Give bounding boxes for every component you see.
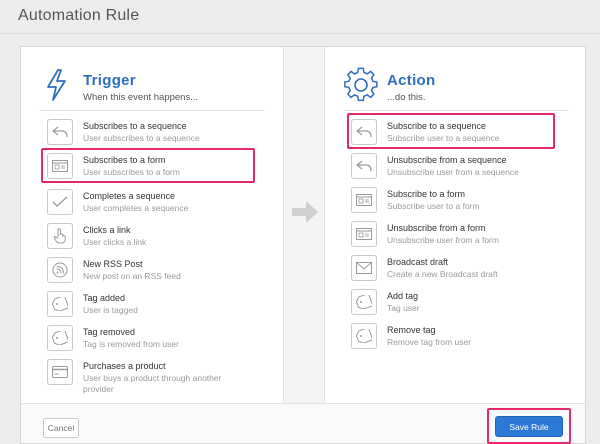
item-title: Remove tag bbox=[387, 325, 436, 335]
tag-icon bbox=[47, 325, 73, 351]
rss-icon bbox=[47, 257, 73, 283]
form-icon bbox=[351, 221, 377, 247]
trigger-item-completes-sequence[interactable]: Completes a sequence User completes a se… bbox=[47, 189, 273, 219]
automation-rule-modal: Trigger When this event happens... Subsc… bbox=[20, 46, 586, 444]
item-description: Remove tag from user bbox=[387, 337, 472, 347]
action-item-unsubscribe-form[interactable]: Unsubscribe from a form Unsubscribe user… bbox=[351, 221, 577, 251]
action-item-broadcast-draft[interactable]: Broadcast draft Create a new Broadcast d… bbox=[351, 255, 577, 285]
item-title: Unsubscribe from a sequence bbox=[387, 155, 507, 165]
item-title: Subscribe to a form bbox=[387, 189, 466, 199]
item-title: Broadcast draft bbox=[387, 257, 449, 267]
item-title: Subscribes to a sequence bbox=[83, 121, 187, 131]
tag-icon bbox=[47, 291, 73, 317]
item-title: Completes a sequence bbox=[83, 191, 176, 201]
item-description: User completes a sequence bbox=[83, 203, 189, 213]
reply-arrow-icon bbox=[47, 119, 73, 145]
item-description: User is tagged bbox=[83, 305, 138, 315]
flow-divider bbox=[283, 47, 325, 403]
trigger-title: Trigger bbox=[83, 72, 136, 89]
item-title: Clicks a link bbox=[83, 225, 131, 235]
item-description: Tag user bbox=[387, 303, 420, 313]
trigger-item-tag-added[interactable]: Tag added User is tagged bbox=[47, 291, 273, 321]
form-icon bbox=[351, 187, 377, 213]
save-rule-button[interactable]: Save Rule bbox=[495, 416, 563, 437]
item-description: User clicks a link bbox=[83, 237, 147, 247]
tag-icon bbox=[351, 323, 377, 349]
action-subtitle: ...do this. bbox=[387, 92, 426, 103]
item-title: Unsubscribe from a form bbox=[387, 223, 486, 233]
envelope-icon bbox=[351, 255, 377, 281]
item-description: Subscribe user to a form bbox=[387, 201, 480, 211]
trigger-item-clicks-link[interactable]: Clicks a link User clicks a link bbox=[47, 223, 273, 253]
item-description: Create a new Broadcast draft bbox=[387, 269, 498, 279]
pointer-hand-icon bbox=[47, 223, 73, 249]
reply-arrow-icon bbox=[351, 153, 377, 179]
modal-footer: Cancel Save Rule bbox=[21, 403, 585, 444]
checkmark-icon bbox=[47, 189, 73, 215]
arrow-right-icon bbox=[292, 201, 318, 223]
action-item-unsubscribe-sequence[interactable]: Unsubscribe from a sequence Unsubscribe … bbox=[351, 153, 577, 183]
action-item-subscribe-form[interactable]: Subscribe to a form Subscribe user to a … bbox=[351, 187, 577, 217]
save-button-highlight: Save Rule bbox=[487, 408, 571, 444]
item-description: Unsubscribe user from a form bbox=[387, 235, 499, 245]
tag-icon bbox=[351, 289, 377, 315]
trigger-item-subscribes-sequence[interactable]: Subscribes to a sequence User subscribes… bbox=[47, 119, 273, 149]
action-item-add-tag[interactable]: Add tag Tag user bbox=[351, 289, 577, 319]
trigger-item-new-rss-post[interactable]: New RSS Post New post on an RSS feed bbox=[47, 257, 273, 287]
trigger-header-divider bbox=[39, 110, 265, 111]
item-description: Tag is removed from user bbox=[83, 339, 179, 349]
title-divider bbox=[0, 33, 600, 34]
item-title: Tag added bbox=[83, 293, 126, 303]
trigger-selection-highlight bbox=[41, 148, 255, 183]
item-title: New RSS Post bbox=[83, 259, 143, 269]
item-description: User buys a product through another prov… bbox=[83, 373, 222, 394]
action-item-remove-tag[interactable]: Remove tag Remove tag from user bbox=[351, 323, 577, 353]
item-description: Unsubscribe user from a sequence bbox=[387, 167, 519, 177]
trigger-header: Trigger When this event happens... bbox=[39, 67, 265, 109]
trigger-item-purchases-product[interactable]: Purchases a product User buys a product … bbox=[47, 359, 273, 397]
trigger-panel: Trigger When this event happens... Subsc… bbox=[21, 47, 283, 403]
credit-card-icon bbox=[47, 359, 73, 385]
gear-icon bbox=[344, 67, 378, 102]
item-title: Tag removed bbox=[83, 327, 136, 337]
action-title: Action bbox=[387, 72, 436, 89]
item-title: Purchases a product bbox=[83, 361, 166, 371]
item-description: New post on an RSS feed bbox=[83, 271, 181, 281]
cancel-button[interactable]: Cancel bbox=[43, 418, 79, 438]
action-header-divider bbox=[343, 110, 569, 111]
action-header: Action ...do this. bbox=[343, 67, 569, 109]
action-selection-highlight bbox=[347, 113, 555, 149]
lightning-bolt-icon bbox=[47, 69, 66, 101]
trigger-subtitle: When this event happens... bbox=[83, 92, 199, 103]
action-panel: Action ...do this. Subscribe to a sequen… bbox=[325, 47, 587, 403]
item-description: User subscribes to a sequence bbox=[83, 133, 200, 143]
item-title: Add tag bbox=[387, 291, 419, 301]
trigger-item-tag-removed[interactable]: Tag removed Tag is removed from user bbox=[47, 325, 273, 355]
page-title: Automation Rule bbox=[18, 7, 140, 24]
